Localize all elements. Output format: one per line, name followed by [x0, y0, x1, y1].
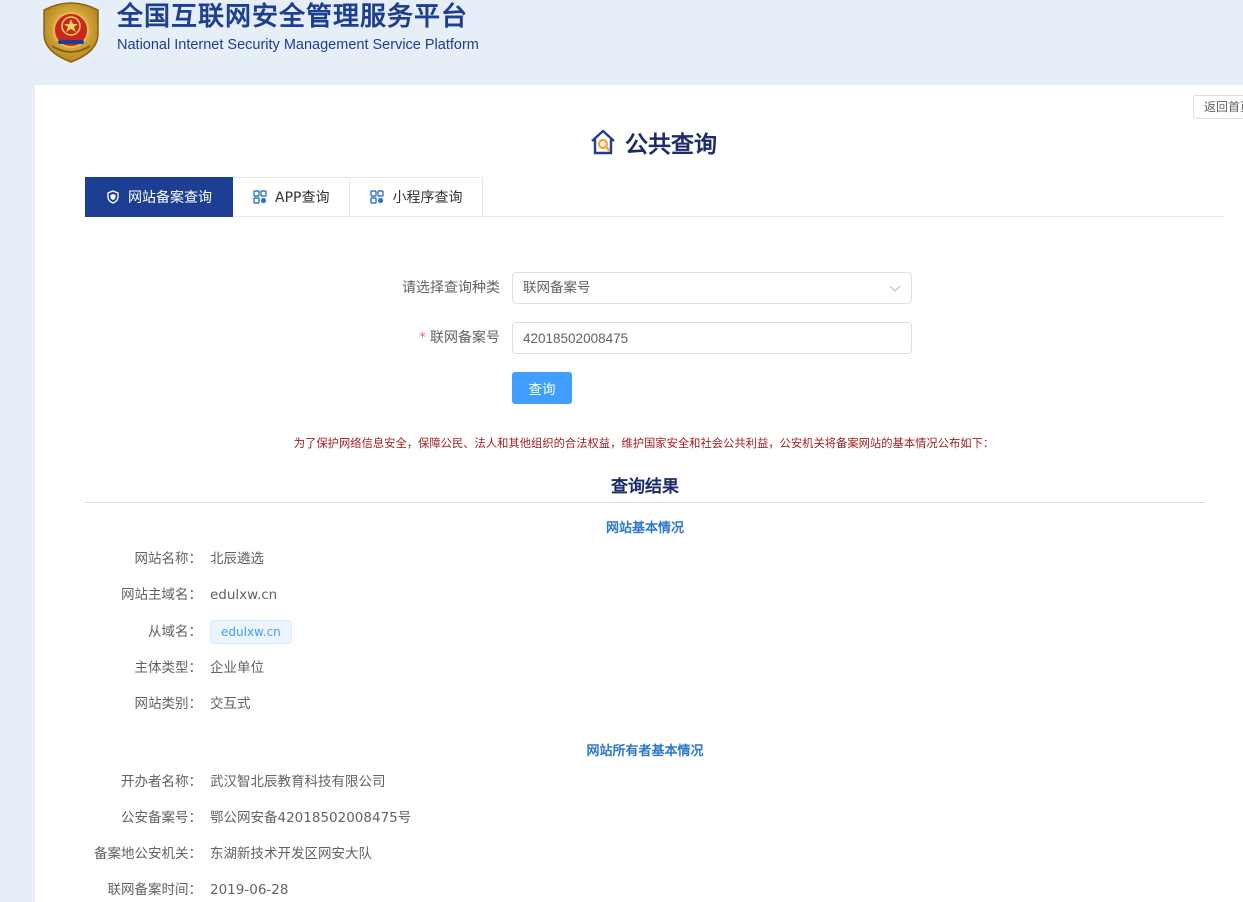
platform-subtitle: National Internet Security Management Se… [117, 37, 479, 53]
info-label: 公安备案号： [121, 810, 202, 826]
info-label: 网站名称： [134, 551, 203, 567]
result-divider [85, 502, 1205, 503]
query-type-value: 联网备案号 [523, 280, 591, 295]
grid-icon [370, 190, 385, 204]
info-row-filing-date: 联网备案时间： 2019-06-28 [35, 878, 1243, 902]
grid-icon [253, 190, 267, 204]
query-type-row: 请选择查询种类 联网备案号 [35, 272, 1243, 304]
filing-number-input[interactable] [512, 322, 912, 354]
info-label: 网站类别： [134, 696, 203, 712]
info-row-sub-domain: 从域名： edulxw.cn [35, 620, 1243, 644]
page-title-block: 公共查询 [589, 125, 717, 159]
tab-label: APP查询 [275, 190, 330, 206]
info-value: 鄂公网安备42018502008475号 [210, 810, 412, 826]
site-header: 全国互联网安全管理服务平台 National Internet Security… [0, 0, 1243, 85]
info-label: 联网备案时间： [107, 882, 203, 898]
info-row-police-filing-number: 公安备案号： 鄂公网安备42018502008475号 [35, 806, 1243, 830]
tab-label: 网站备案查询 [128, 190, 212, 206]
info-label: 从域名： [148, 624, 202, 640]
info-label: 网站主域名： [121, 587, 202, 603]
info-value: edulxw.cn [210, 587, 278, 603]
query-button[interactable]: 查询 [512, 372, 572, 404]
tab-website-filing[interactable]: 网站备案查询 [85, 177, 233, 217]
tab-app-query[interactable]: APP查询 [233, 177, 351, 217]
info-label: 主体类型： [134, 660, 203, 676]
police-emblem-icon [43, 2, 99, 63]
query-tabs: 网站备案查询 APP查询 小程序查询 [85, 177, 484, 217]
filing-number-label: * 联网备案号 [35, 322, 500, 354]
chevron-down-icon [889, 285, 901, 292]
info-value: 武汉智北辰教育科技有限公司 [210, 774, 386, 790]
owner-info-title: 网站所有者基本情况 [586, 744, 704, 759]
info-row-site-category: 网站类别： 交互式 [35, 692, 1243, 716]
back-home-button[interactable]: 返回首页 [1193, 95, 1243, 119]
query-type-select[interactable]: 联网备案号 [512, 272, 912, 304]
info-row-organizer: 开办者名称： 武汉智北辰教育科技有限公司 [35, 770, 1243, 794]
query-type-label: 请选择查询种类 [402, 280, 500, 296]
tab-label: 小程序查询 [392, 190, 463, 206]
page-title: 公共查询 [625, 132, 717, 158]
info-row-entity-type: 主体类型： 企业单位 [35, 656, 1243, 680]
result-title: 查询结果 [611, 477, 679, 497]
site-info-title: 网站基本情况 [605, 521, 684, 536]
info-row-site-name: 网站名称： 北辰遴选 [35, 547, 1243, 571]
filing-number-label-text: 联网备案号 [430, 330, 500, 346]
required-mark: * [419, 330, 426, 346]
shield-icon [107, 190, 119, 204]
info-value: 东湖新技术开发区网安大队 [210, 846, 372, 862]
info-value: 交互式 [210, 696, 251, 712]
platform-title: 全国互联网安全管理服务平台 [117, 2, 469, 32]
info-row-main-domain: 网站主域名： edulxw.cn [35, 583, 1243, 607]
tab-mini-program-query[interactable]: 小程序查询 [350, 177, 484, 217]
info-value: 北辰遴选 [210, 551, 264, 567]
info-row-filing-police-office: 备案地公安机关： 东湖新技术开发区网安大队 [35, 842, 1243, 866]
house-search-icon [591, 129, 615, 155]
disclosure-notice: 为了保护网络信息安全，保障公民、法人和其他组织的合法权益，维护国家安全和社会公共… [293, 437, 995, 450]
info-label: 备案地公安机关： [94, 846, 202, 862]
main-panel: 返回首页 公共查询 网站备案查询 APP查询 [35, 85, 1243, 902]
info-label: 开办者名称： [121, 774, 202, 790]
filing-number-row: * 联网备案号 [35, 322, 1243, 354]
info-value: 2019-06-28 [210, 882, 289, 898]
sub-domain-tag: edulxw.cn [210, 620, 292, 644]
info-value: 企业单位 [210, 660, 264, 676]
